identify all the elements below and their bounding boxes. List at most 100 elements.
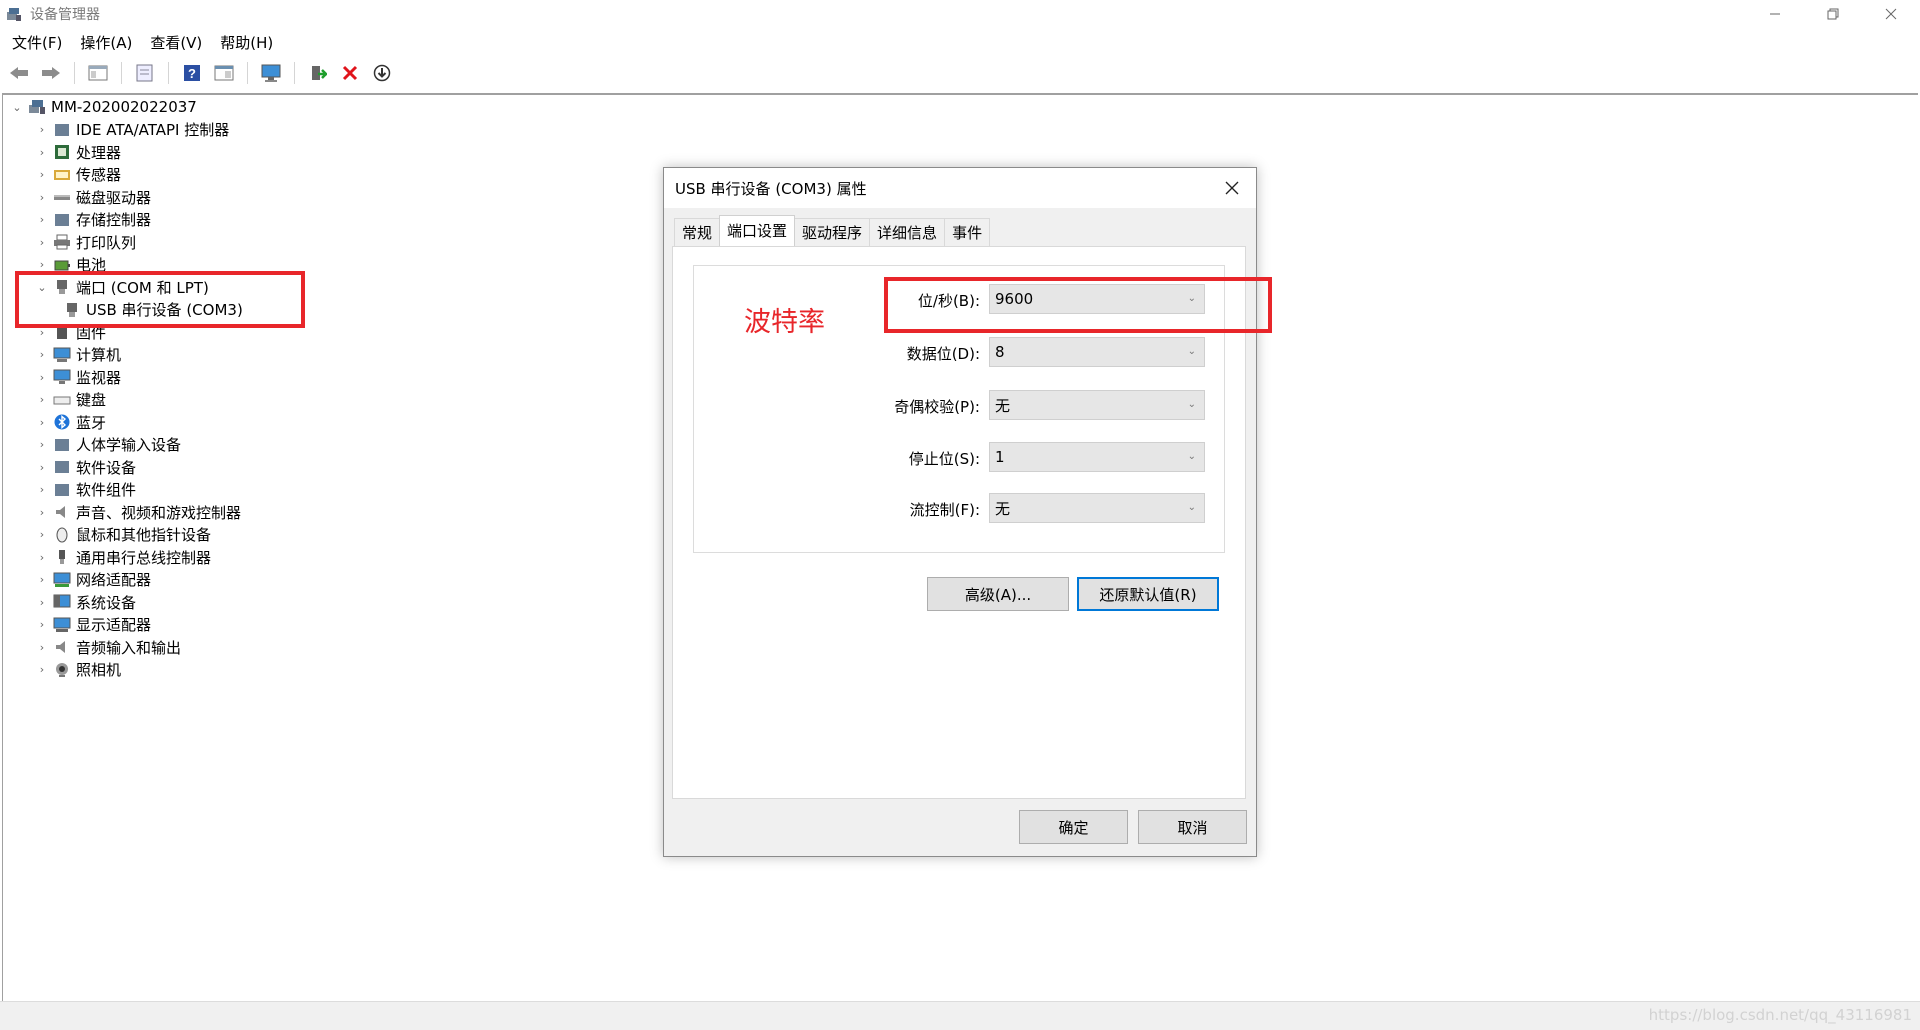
advanced-button[interactable]: 高级(A)... xyxy=(927,577,1069,611)
close-icon xyxy=(1885,8,1897,20)
tree-category[interactable]: › 打印队列 xyxy=(4,231,644,254)
chevron-right-icon[interactable]: › xyxy=(35,258,49,272)
tree-category[interactable]: › 显示适配器 xyxy=(4,614,644,637)
restore-defaults-button[interactable]: 还原默认值(R) xyxy=(1077,577,1219,611)
chevron-down-icon[interactable]: ⌄ xyxy=(10,100,24,114)
tab-driver[interactable]: 驱动程序 xyxy=(794,218,871,246)
tree-category[interactable]: › 存储控制器 xyxy=(4,209,644,232)
tree-category-label: 软件组件 xyxy=(76,481,137,500)
bluetooth-icon xyxy=(53,414,71,430)
chevron-right-icon[interactable]: › xyxy=(35,483,49,497)
chevron-down-icon: ⌄ xyxy=(1187,502,1196,513)
menu-view[interactable]: 查看(V) xyxy=(141,30,211,56)
tree-category[interactable]: › 系统设备 xyxy=(4,591,644,614)
scan-hardware-button[interactable] xyxy=(258,61,284,85)
chevron-right-icon[interactable]: › xyxy=(35,528,49,542)
tree-category-label: 存储控制器 xyxy=(76,211,152,230)
tab-port-settings[interactable]: 端口设置 xyxy=(719,215,796,246)
chevron-right-icon[interactable]: › xyxy=(35,438,49,452)
tree-category[interactable]: › 计算机 xyxy=(4,344,644,367)
view-button[interactable] xyxy=(211,61,237,85)
tree-category[interactable]: › 软件设备 xyxy=(4,456,644,479)
chevron-right-icon[interactable]: › xyxy=(35,123,49,137)
ok-button[interactable]: 确定 xyxy=(1019,810,1128,844)
tree-category-label: 通用串行总线控制器 xyxy=(76,548,212,567)
tree-category[interactable]: › 人体学输入设备 xyxy=(4,434,644,457)
tree-category[interactable]: › 声音、视频和游戏控制器 xyxy=(4,501,644,524)
chevron-right-icon[interactable]: › xyxy=(35,168,49,182)
close-button[interactable] xyxy=(1862,0,1920,28)
back-button[interactable] xyxy=(6,61,32,85)
help-button[interactable]: ? xyxy=(179,61,205,85)
tree-category-label: 系统设备 xyxy=(76,593,137,612)
chevron-right-icon[interactable]: › xyxy=(35,213,49,227)
monitor-icon xyxy=(53,369,71,385)
uninstall-button[interactable] xyxy=(337,61,363,85)
dialog-close-button[interactable] xyxy=(1218,174,1246,202)
download-circle-icon xyxy=(373,64,391,82)
tree-category[interactable]: › 监视器 xyxy=(4,366,644,389)
tree-category-label: 鼠标和其他指针设备 xyxy=(76,526,212,545)
chevron-right-icon[interactable]: › xyxy=(35,573,49,587)
update-driver-button[interactable] xyxy=(305,61,331,85)
forward-arrow-icon xyxy=(42,67,60,79)
properties-button[interactable] xyxy=(132,61,158,85)
tab-general[interactable]: 常规 xyxy=(674,218,721,246)
flow-control-select[interactable]: 无 ⌄ xyxy=(989,493,1205,523)
tree-category[interactable]: › 网络适配器 xyxy=(4,569,644,592)
tree-category[interactable]: › 处理器 xyxy=(4,141,644,164)
maximize-button[interactable] xyxy=(1804,0,1862,28)
enable-device-button[interactable] xyxy=(369,61,395,85)
processor-icon xyxy=(53,144,71,160)
chevron-right-icon[interactable]: › xyxy=(35,235,49,249)
chevron-right-icon[interactable]: › xyxy=(35,460,49,474)
tree-category-label: 人体学输入设备 xyxy=(76,436,182,455)
menu-help[interactable]: 帮助(H) xyxy=(211,30,282,56)
tree-category[interactable]: › 鼠标和其他指针设备 xyxy=(4,524,644,547)
software-component-icon xyxy=(53,482,71,498)
data-bits-row: 数据位(D): 8 ⌄ xyxy=(694,337,1226,367)
tree-category-label: 声音、视频和游戏控制器 xyxy=(76,503,242,522)
tree-category[interactable]: › 音频输入和输出 xyxy=(4,636,644,659)
tree-root[interactable]: ⌄ MM-202002022037 xyxy=(4,96,644,119)
tree-category[interactable]: › 磁盘驱动器 xyxy=(4,186,644,209)
stop-bits-row: 停止位(S): 1 ⌄ xyxy=(694,442,1226,472)
tab-details[interactable]: 详细信息 xyxy=(869,218,946,246)
chevron-right-icon[interactable]: › xyxy=(35,348,49,362)
minimize-button[interactable] xyxy=(1746,0,1804,28)
tree-category[interactable]: › 通用串行总线控制器 xyxy=(4,546,644,569)
parity-select[interactable]: 无 ⌄ xyxy=(989,390,1205,420)
chevron-right-icon[interactable]: › xyxy=(35,640,49,654)
tree-category[interactable]: › 键盘 xyxy=(4,389,644,412)
ide-controller-icon xyxy=(53,122,71,138)
tree-category[interactable]: › 传感器 xyxy=(4,164,644,187)
chevron-right-icon[interactable]: › xyxy=(35,618,49,632)
chevron-right-icon[interactable]: › xyxy=(35,415,49,429)
tree-category[interactable]: › 照相机 xyxy=(4,659,644,682)
chevron-right-icon[interactable]: › xyxy=(35,663,49,677)
tree-category[interactable]: › 蓝牙 xyxy=(4,411,644,434)
chevron-right-icon[interactable]: › xyxy=(35,145,49,159)
show-hide-tree-button[interactable] xyxy=(85,61,111,85)
cancel-button[interactable]: 取消 xyxy=(1138,810,1247,844)
title-bar: 设备管理器 xyxy=(0,0,1920,28)
parity-value: 无 xyxy=(995,396,1011,415)
device-manager-icon xyxy=(6,6,22,22)
stop-bits-select[interactable]: 1 ⌄ xyxy=(989,442,1205,472)
chevron-right-icon[interactable]: › xyxy=(35,550,49,564)
tree-category[interactable]: › 软件组件 xyxy=(4,479,644,502)
chevron-right-icon[interactable]: › xyxy=(35,393,49,407)
forward-button[interactable] xyxy=(38,61,64,85)
chevron-right-icon[interactable]: › xyxy=(35,190,49,204)
usb-icon xyxy=(53,549,71,565)
chevron-right-icon[interactable]: › xyxy=(35,370,49,384)
chevron-right-icon[interactable]: › xyxy=(35,505,49,519)
tree-category[interactable]: › IDE ATA/ATAPI 控制器 xyxy=(4,119,644,142)
menu-action[interactable]: 操作(A) xyxy=(71,30,141,56)
restore-icon xyxy=(1827,8,1839,20)
tab-events[interactable]: 事件 xyxy=(944,218,991,246)
menu-file[interactable]: 文件(F) xyxy=(0,30,71,56)
camera-icon xyxy=(53,662,71,678)
data-bits-select[interactable]: 8 ⌄ xyxy=(989,337,1205,367)
chevron-right-icon[interactable]: › xyxy=(35,595,49,609)
